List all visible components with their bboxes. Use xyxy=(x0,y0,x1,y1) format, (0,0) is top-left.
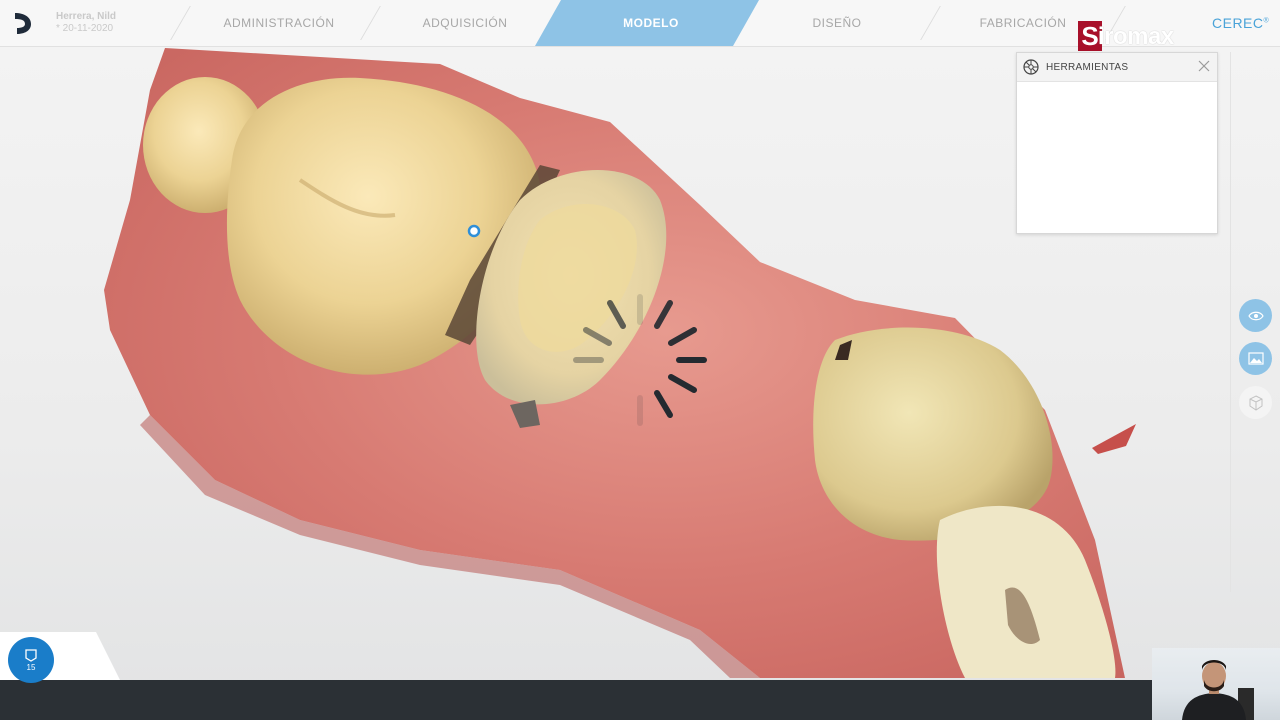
3d-view-button[interactable] xyxy=(1239,386,1272,419)
cube-icon xyxy=(1249,394,1262,411)
presenter-video-icon xyxy=(1182,660,1254,720)
step-fabricacion[interactable]: FABRICACIÓN xyxy=(948,0,1098,46)
image-icon xyxy=(1247,352,1264,365)
image-view-button[interactable] xyxy=(1239,342,1272,375)
patient-info: Herrera, Nild * 20-11-2020 xyxy=(56,11,116,35)
watermark-text: iromax xyxy=(1098,23,1174,50)
tools-panel-title: HERRAMIENTAS xyxy=(1046,62,1129,73)
close-icon[interactable] xyxy=(1197,59,1211,73)
app-logo-icon[interactable] xyxy=(12,11,34,35)
view-toggle-button[interactable] xyxy=(1239,299,1272,332)
tools-panel: HERRAMIENTAS xyxy=(1016,52,1218,234)
scan-count-badge: 15 xyxy=(26,662,36,672)
tools-icon xyxy=(1023,59,1039,75)
patient-date: * 20-11-2020 xyxy=(56,23,114,34)
step-adquisicion[interactable]: ADQUISICIÓN xyxy=(390,0,540,46)
bottom-bar xyxy=(0,680,1280,720)
webcam-overlay xyxy=(1152,648,1280,720)
step-modelo[interactable]: MODELO xyxy=(576,0,726,46)
tools-panel-header: HERRAMIENTAS xyxy=(1017,53,1217,82)
eye-icon xyxy=(1247,311,1264,320)
patient-name: Herrera, Nild xyxy=(56,11,117,22)
tooth-icon xyxy=(25,648,37,662)
step-diseno[interactable]: DISEÑO xyxy=(762,0,912,46)
side-rail-divider xyxy=(1230,52,1231,592)
cerec-brand: CEREC® xyxy=(1212,15,1270,31)
scan-catalog-button[interactable]: 15 xyxy=(8,637,54,683)
step-administracion[interactable]: ADMINISTRACIÓN xyxy=(204,0,354,46)
